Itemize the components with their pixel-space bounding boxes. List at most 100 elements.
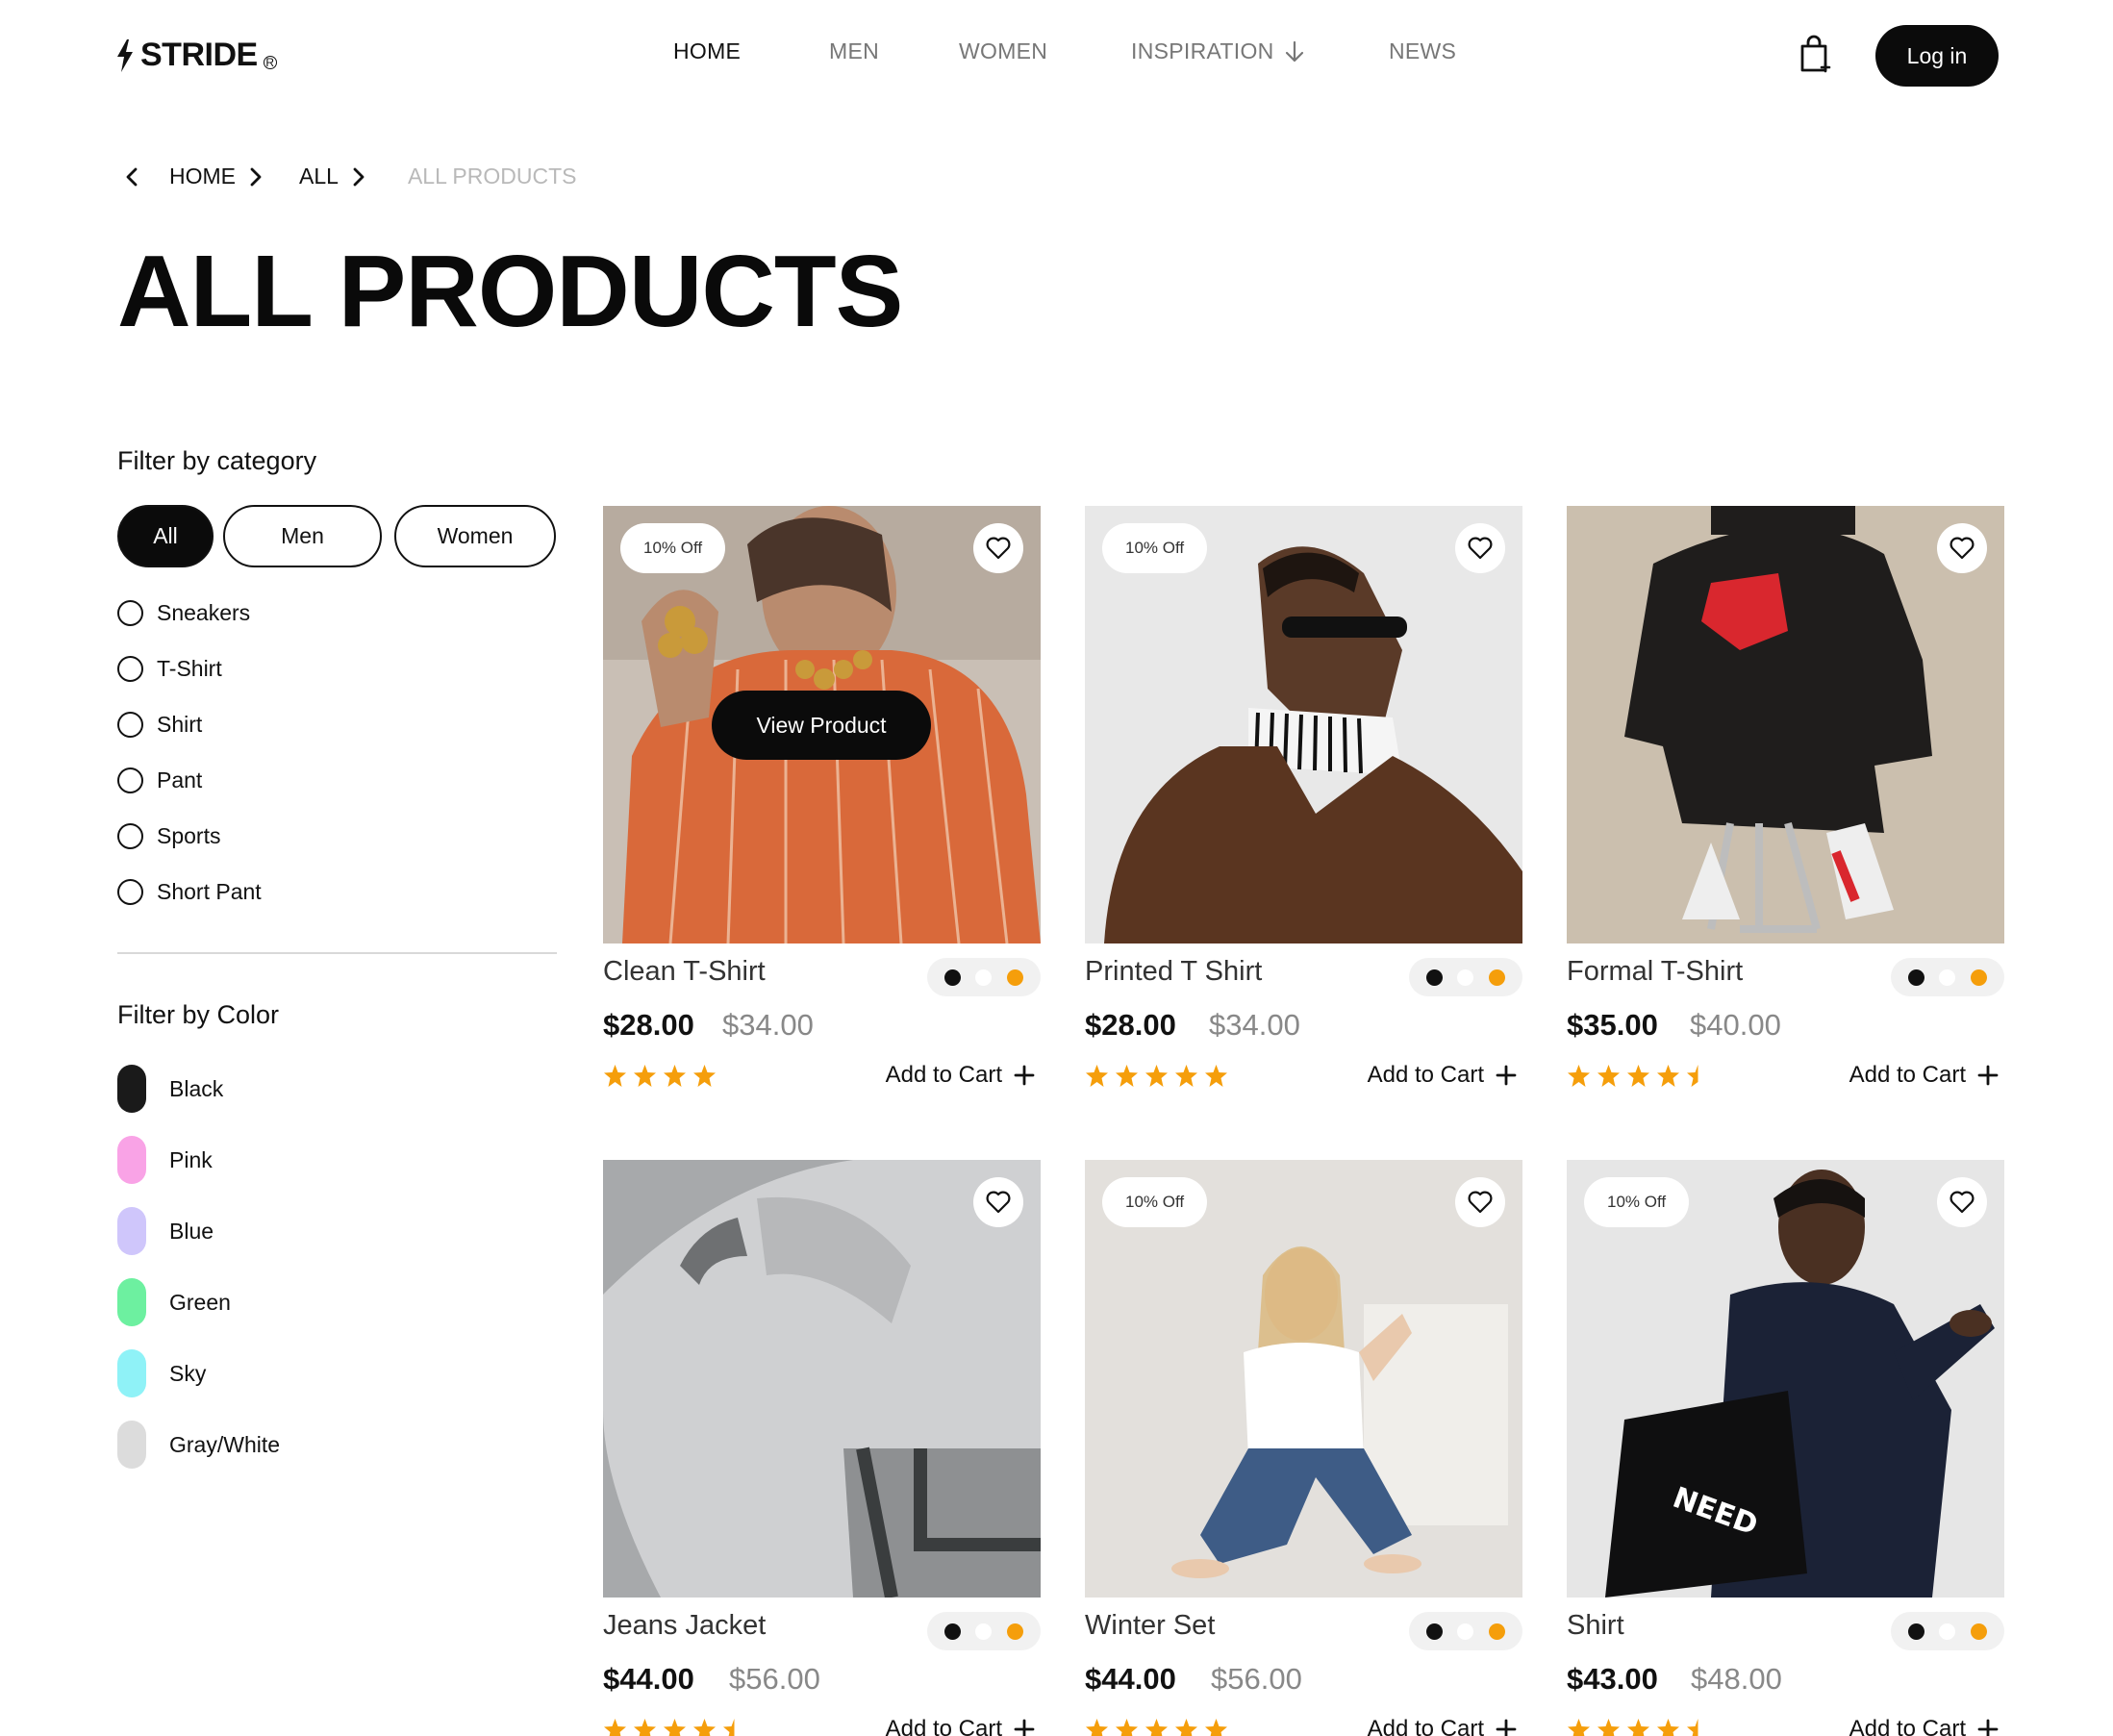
- category-option-sneakers[interactable]: Sneakers: [117, 600, 250, 626]
- view-product-button[interactable]: View Product: [712, 691, 931, 760]
- category-option-short-pant[interactable]: Short Pant: [117, 879, 262, 905]
- heart-icon[interactable]: [1937, 523, 1987, 573]
- star-icon: [1597, 1719, 1620, 1736]
- add-to-cart-button[interactable]: Add to Cart: [1849, 1716, 1999, 1736]
- star-icon: [1205, 1719, 1227, 1736]
- color-dot-orange[interactable]: [1971, 1623, 1988, 1640]
- color-option-pink[interactable]: Pink: [117, 1136, 213, 1184]
- add-to-cart-button[interactable]: Add to Cart: [1368, 1062, 1517, 1089]
- color-dot-black[interactable]: [1907, 969, 1924, 986]
- product-image[interactable]: [1567, 506, 2004, 943]
- discount-badge: 10% Off: [620, 523, 726, 573]
- category-label: Short Pant: [157, 879, 262, 904]
- breadcrumb-home[interactable]: HOME: [169, 164, 236, 189]
- product-image[interactable]: [603, 1160, 1041, 1598]
- color-swatch[interactable]: [117, 1065, 146, 1113]
- filter-pill-men[interactable]: Men: [223, 505, 382, 567]
- add-to-cart-button[interactable]: Add to Cart: [886, 1716, 1035, 1736]
- category-option-sports[interactable]: Sports: [117, 823, 220, 849]
- color-dot-orange[interactable]: [1007, 1623, 1024, 1640]
- color-dot-black[interactable]: [943, 1623, 961, 1640]
- color-dot-white[interactable]: [975, 969, 993, 986]
- color-option-gray-white[interactable]: Gray/White: [117, 1421, 280, 1469]
- star-icon: [634, 1719, 656, 1736]
- color-dot-white[interactable]: [1457, 969, 1474, 986]
- color-dot-white[interactable]: [1457, 1623, 1474, 1640]
- heart-icon[interactable]: [973, 523, 1023, 573]
- add-to-cart-label: Add to Cart: [885, 1716, 1002, 1736]
- sidebar-divider: [117, 952, 557, 954]
- product-name[interactable]: Clean T-Shirt: [603, 956, 766, 988]
- color-dot-black[interactable]: [1425, 969, 1443, 986]
- color-option-blue[interactable]: Blue: [117, 1207, 214, 1255]
- product-image[interactable]: 10% Off View Product: [603, 506, 1041, 943]
- category-option-tshirt[interactable]: T-Shirt: [117, 656, 222, 682]
- heart-icon[interactable]: [1455, 523, 1505, 573]
- star-icon: [634, 1065, 656, 1087]
- color-options: [1409, 1612, 1522, 1650]
- color-swatch[interactable]: [117, 1136, 146, 1184]
- star-icon: [1116, 1065, 1138, 1087]
- heart-icon[interactable]: [1937, 1177, 1987, 1227]
- product-price: $44.00: [1085, 1662, 1176, 1696]
- color-swatch[interactable]: [117, 1278, 146, 1326]
- product-name[interactable]: Formal T-Shirt: [1567, 956, 1743, 988]
- filter-pill-all[interactable]: All: [117, 505, 214, 567]
- star-icon: [1175, 1719, 1197, 1736]
- radio-button[interactable]: [117, 823, 143, 849]
- color-option-black[interactable]: Black: [117, 1065, 223, 1113]
- bolt-icon: [117, 38, 133, 72]
- heart-icon[interactable]: [973, 1177, 1023, 1227]
- color-dot-white[interactable]: [1939, 969, 1956, 986]
- color-options: [1409, 958, 1522, 996]
- color-dot-white[interactable]: [1939, 1623, 1956, 1640]
- star-icon: [1086, 1719, 1108, 1736]
- radio-button[interactable]: [117, 600, 143, 626]
- product-image[interactable]: NEED 10% Off: [1567, 1160, 2004, 1598]
- brand-logo[interactable]: STRIDE R: [115, 37, 277, 74]
- star-rating: [1567, 1718, 1710, 1736]
- radio-button[interactable]: [117, 712, 143, 738]
- shopping-bag-icon[interactable]: [1799, 35, 1833, 73]
- radio-button[interactable]: [117, 767, 143, 793]
- product-image[interactable]: 10% Off: [1085, 1160, 1522, 1598]
- radio-button[interactable]: [117, 656, 143, 682]
- page-title: ALL PRODUCTS: [117, 235, 903, 348]
- color-dot-orange[interactable]: [1489, 969, 1506, 986]
- breadcrumb-all[interactable]: ALL: [299, 164, 339, 189]
- add-to-cart-button[interactable]: Add to Cart: [886, 1062, 1035, 1089]
- color-swatch[interactable]: [117, 1421, 146, 1469]
- color-dot-black[interactable]: [1425, 1623, 1443, 1640]
- chevron-left-icon[interactable]: [125, 166, 138, 188]
- category-option-pant[interactable]: Pant: [117, 767, 202, 793]
- add-to-cart-button[interactable]: Add to Cart: [1849, 1062, 1999, 1089]
- product-name[interactable]: Winter Set: [1085, 1610, 1215, 1642]
- nav-item-home[interactable]: HOME: [673, 38, 741, 64]
- color-swatch[interactable]: [117, 1207, 146, 1255]
- color-swatch[interactable]: [117, 1349, 146, 1397]
- category-option-shirt[interactable]: Shirt: [117, 712, 202, 738]
- product-name[interactable]: Jeans Jacket: [603, 1610, 766, 1642]
- color-dot-white[interactable]: [975, 1623, 993, 1640]
- star-icon: [1657, 1065, 1679, 1087]
- color-dot-orange[interactable]: [1489, 1623, 1506, 1640]
- color-option-sky[interactable]: Sky: [117, 1349, 206, 1397]
- heart-icon[interactable]: [1455, 1177, 1505, 1227]
- color-option-green[interactable]: Green: [117, 1278, 231, 1326]
- color-dot-orange[interactable]: [1971, 969, 1988, 986]
- login-button[interactable]: Log in: [1875, 25, 1999, 87]
- filter-pill-women[interactable]: Women: [394, 505, 556, 567]
- product-name[interactable]: Shirt: [1567, 1610, 1624, 1642]
- nav-item-news[interactable]: NEWS: [1389, 38, 1456, 64]
- add-to-cart-button[interactable]: Add to Cart: [1368, 1716, 1517, 1736]
- star-icon: [1175, 1065, 1197, 1087]
- color-dot-black[interactable]: [943, 969, 961, 986]
- nav-item-men[interactable]: MEN: [829, 38, 879, 64]
- nav-item-inspiration[interactable]: INSPIRATION: [1131, 38, 1305, 64]
- color-dot-orange[interactable]: [1007, 969, 1024, 986]
- color-dot-black[interactable]: [1907, 1623, 1924, 1640]
- radio-button[interactable]: [117, 879, 143, 905]
- nav-item-women[interactable]: WOMEN: [959, 38, 1047, 64]
- product-name[interactable]: Printed T Shirt: [1085, 956, 1262, 988]
- product-image[interactable]: 10% Off: [1085, 506, 1522, 943]
